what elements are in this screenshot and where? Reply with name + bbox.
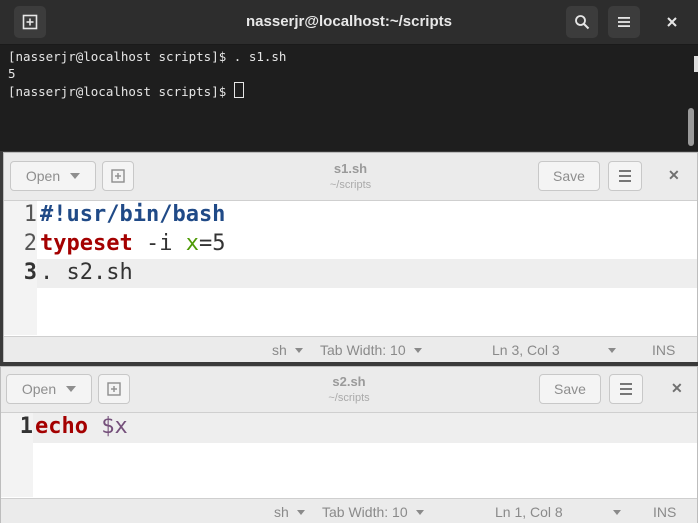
status-bar: sh Tab Width: 10 Ln 1, Col 8 INS — [1, 498, 697, 523]
line-number-gutter: 1 2 3 — [4, 201, 37, 335]
menu-button[interactable] — [609, 374, 643, 404]
code-line-1: #!usr/bin/bash — [40, 202, 225, 227]
chevron-down-icon[interactable] — [613, 504, 621, 520]
language-label: sh — [274, 504, 289, 520]
close-button[interactable] — [656, 6, 688, 38]
cursor-position-label: Ln 1, Col 8 — [495, 504, 563, 520]
language-selector[interactable]: sh — [272, 342, 303, 358]
close-icon — [667, 17, 677, 27]
text-editor[interactable]: 1 echo $x — [1, 413, 697, 497]
search-button[interactable] — [566, 6, 598, 38]
terminal-window[interactable]: nasserjr@localhost:~/scripts [nasserjr@l… — [0, 0, 698, 151]
line-number-gutter: 1 — [1, 413, 33, 497]
insert-mode-indicator[interactable]: INS — [653, 504, 676, 520]
tab-width-selector[interactable]: Tab Width: 10 — [322, 504, 424, 520]
cursor-position-selector[interactable]: Ln 1, Col 8 — [495, 504, 563, 520]
chevron-down-icon — [413, 348, 422, 353]
editor-headerbar: Open s1.sh ~/scripts Save ✕ — [4, 153, 697, 201]
tab-width-label: Tab Width: 10 — [322, 504, 408, 520]
variable-text: $x — [101, 414, 128, 439]
menu-button[interactable] — [608, 6, 640, 38]
tab-width-selector[interactable]: Tab Width: 10 — [320, 342, 422, 358]
keyword-text: typeset — [40, 231, 133, 256]
language-selector[interactable]: sh — [274, 504, 305, 520]
chevron-down-icon — [415, 510, 424, 515]
close-icon[interactable]: ✕ — [671, 380, 683, 397]
editor-window-s2[interactable]: Open s2.sh ~/scripts Save ✕ 1 echo $x sh… — [0, 366, 698, 523]
space-text — [88, 414, 101, 439]
hamburger-menu-icon — [620, 383, 632, 395]
save-button[interactable]: Save — [538, 161, 600, 191]
save-button[interactable]: Save — [539, 374, 601, 404]
line-number-current: 1 — [19, 414, 33, 439]
terminal-headerbar: nasserjr@localhost:~/scripts — [0, 0, 698, 45]
chevron-down-icon — [296, 510, 305, 515]
code-line-1: echo $x — [35, 414, 128, 439]
code-line-2: typeset -i x=5 — [40, 231, 225, 256]
close-icon[interactable]: ✕ — [668, 167, 680, 184]
insert-mode-indicator[interactable]: INS — [652, 342, 675, 358]
current-line-highlight — [37, 259, 697, 288]
editor-window-s1[interactable]: Open s1.sh ~/scripts Save ✕ 1 2 3 #!usr/… — [3, 152, 698, 362]
terminal-cursor — [233, 82, 244, 98]
terminal-prompt-line: [nasserjr@localhost scripts]$ — [8, 82, 678, 100]
cursor-position-label: Ln 3, Col 3 — [492, 342, 560, 358]
cursor-position-selector[interactable]: Ln 3, Col 3 — [492, 342, 560, 358]
language-label: sh — [272, 342, 287, 358]
hamburger-menu-icon — [619, 170, 631, 182]
window-edge — [694, 56, 698, 72]
line-number: 2 — [23, 231, 37, 256]
current-line-highlight — [33, 413, 697, 443]
terminal-prompt: [nasserjr@localhost scripts]$ — [8, 84, 234, 99]
editor-headerbar: Open s2.sh ~/scripts Save ✕ — [1, 367, 697, 413]
source-text: . s2.sh — [40, 260, 133, 285]
terminal-output[interactable]: [nasserjr@localhost scripts]$ . s1.sh 5 [n… — [8, 48, 678, 100]
chevron-down-icon — [294, 348, 303, 353]
chevron-down-icon[interactable] — [608, 342, 616, 358]
line-number: 1 — [23, 202, 37, 227]
assignment-text: =5 — [198, 231, 226, 256]
hamburger-menu-icon — [618, 17, 630, 27]
shebang-text: #!usr/bin/bash — [40, 202, 226, 227]
terminal-line: [nasserjr@localhost scripts]$ . s1.sh — [8, 49, 287, 64]
terminal-line: 5 — [8, 66, 16, 81]
line-number-current: 3 — [23, 260, 37, 285]
code-line-3: . s2.sh — [40, 260, 133, 285]
variable-text: x — [185, 231, 199, 256]
search-icon — [575, 15, 590, 30]
status-bar: sh Tab Width: 10 Ln 3, Col 3 INS — [4, 336, 697, 362]
keyword-text: echo — [35, 414, 88, 439]
tab-width-label: Tab Width: 10 — [320, 342, 406, 358]
option-text: -i — [132, 231, 186, 256]
text-editor[interactable]: 1 2 3 #!usr/bin/bash typeset -i x=5 . s2… — [4, 201, 697, 335]
terminal-scrollbar[interactable] — [688, 108, 694, 146]
menu-button[interactable] — [608, 161, 642, 191]
